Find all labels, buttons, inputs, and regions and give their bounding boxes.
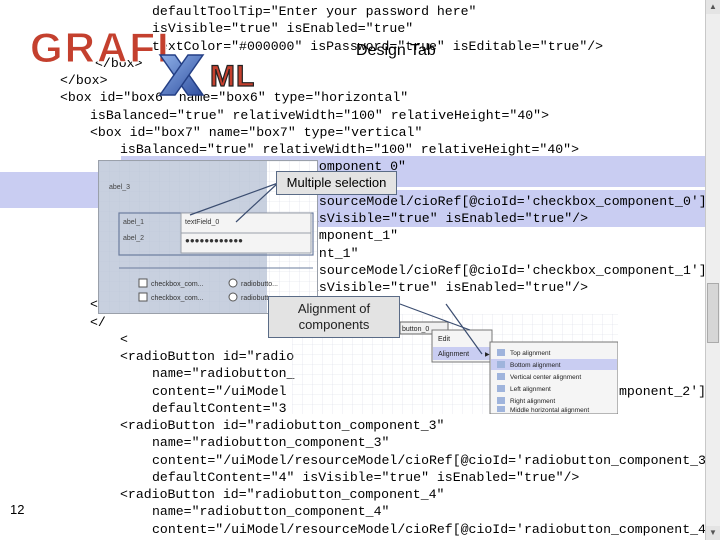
callout-pointers: [189, 182, 483, 355]
page-number: 12: [10, 502, 25, 517]
callout-multiple-selection: Multiple selection: [276, 171, 397, 195]
callout-alignment: Alignment of components: [268, 296, 400, 338]
